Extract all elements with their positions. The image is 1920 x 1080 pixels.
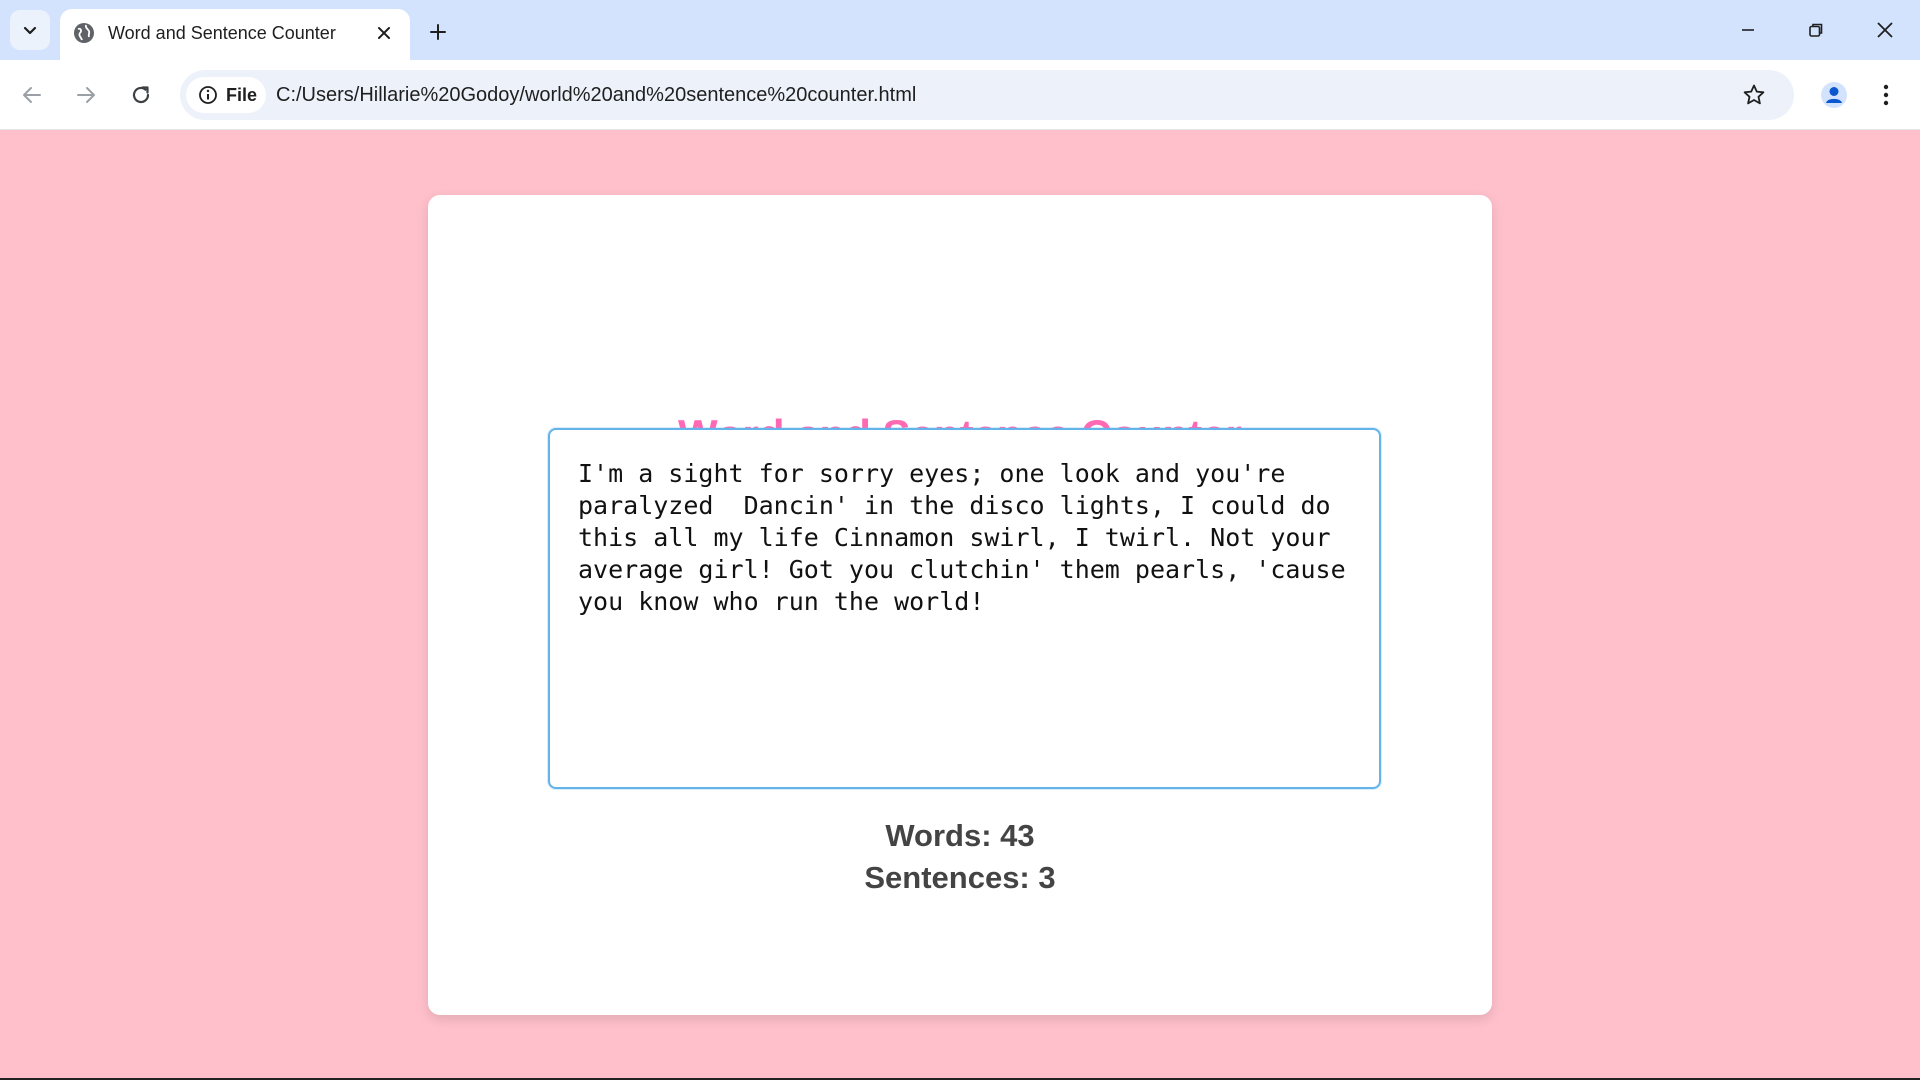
counter-card: Word and Sentence Counter I'm a sight fo… (428, 195, 1492, 1015)
address-bar[interactable]: File C:/Users/Hillarie%20Godoy/world%20a… (180, 70, 1794, 120)
plus-icon (430, 24, 446, 40)
chevron-down-icon (23, 26, 37, 35)
close-window-button[interactable] (1861, 12, 1909, 48)
new-tab-button[interactable] (422, 16, 454, 48)
arrow-right-icon (77, 87, 95, 103)
url-text[interactable]: C:/Users/Hillarie%20Godoy/world%20and%20… (276, 84, 916, 107)
arrow-left-icon (23, 87, 41, 103)
star-icon (1743, 84, 1765, 105)
page-viewport: Word and Sentence Counter I'm a sight fo… (0, 131, 1920, 1078)
tab-search-button[interactable] (10, 10, 50, 50)
more-vertical-icon (1883, 84, 1889, 106)
bookmark-button[interactable] (1736, 77, 1772, 113)
text-input[interactable]: I'm a sight for sorry eyes; one look and… (548, 428, 1381, 789)
globe-icon (74, 23, 94, 43)
minimize-button[interactable] (1724, 12, 1772, 48)
site-info-label: File (226, 85, 258, 105)
close-icon (378, 27, 390, 39)
avatar-icon (1821, 82, 1847, 108)
browser-menu-button[interactable] (1866, 75, 1906, 115)
counts-panel: Words: 43 Sentences: 3 (428, 815, 1492, 899)
back-button[interactable] (12, 75, 52, 115)
browser-toolbar: File C:/Users/Hillarie%20Godoy/world%20a… (0, 60, 1920, 130)
word-count: Words: 43 (885, 818, 1035, 853)
active-tab[interactable]: Word and Sentence Counter (60, 9, 410, 60)
profile-button[interactable] (1814, 75, 1854, 115)
close-icon (1877, 22, 1893, 38)
tab-strip: Word and Sentence Counter (0, 0, 1920, 60)
reload-button[interactable] (121, 75, 161, 115)
restore-icon (1809, 23, 1823, 37)
reload-icon (132, 86, 150, 104)
tab-title: Word and Sentence Counter (108, 23, 336, 43)
tab-close-button[interactable] (372, 21, 396, 45)
restore-button[interactable] (1792, 12, 1840, 48)
sentence-count: Sentences: 3 (864, 860, 1056, 895)
minimize-icon (1742, 29, 1754, 31)
forward-button[interactable] (66, 75, 106, 115)
info-icon (199, 86, 217, 104)
